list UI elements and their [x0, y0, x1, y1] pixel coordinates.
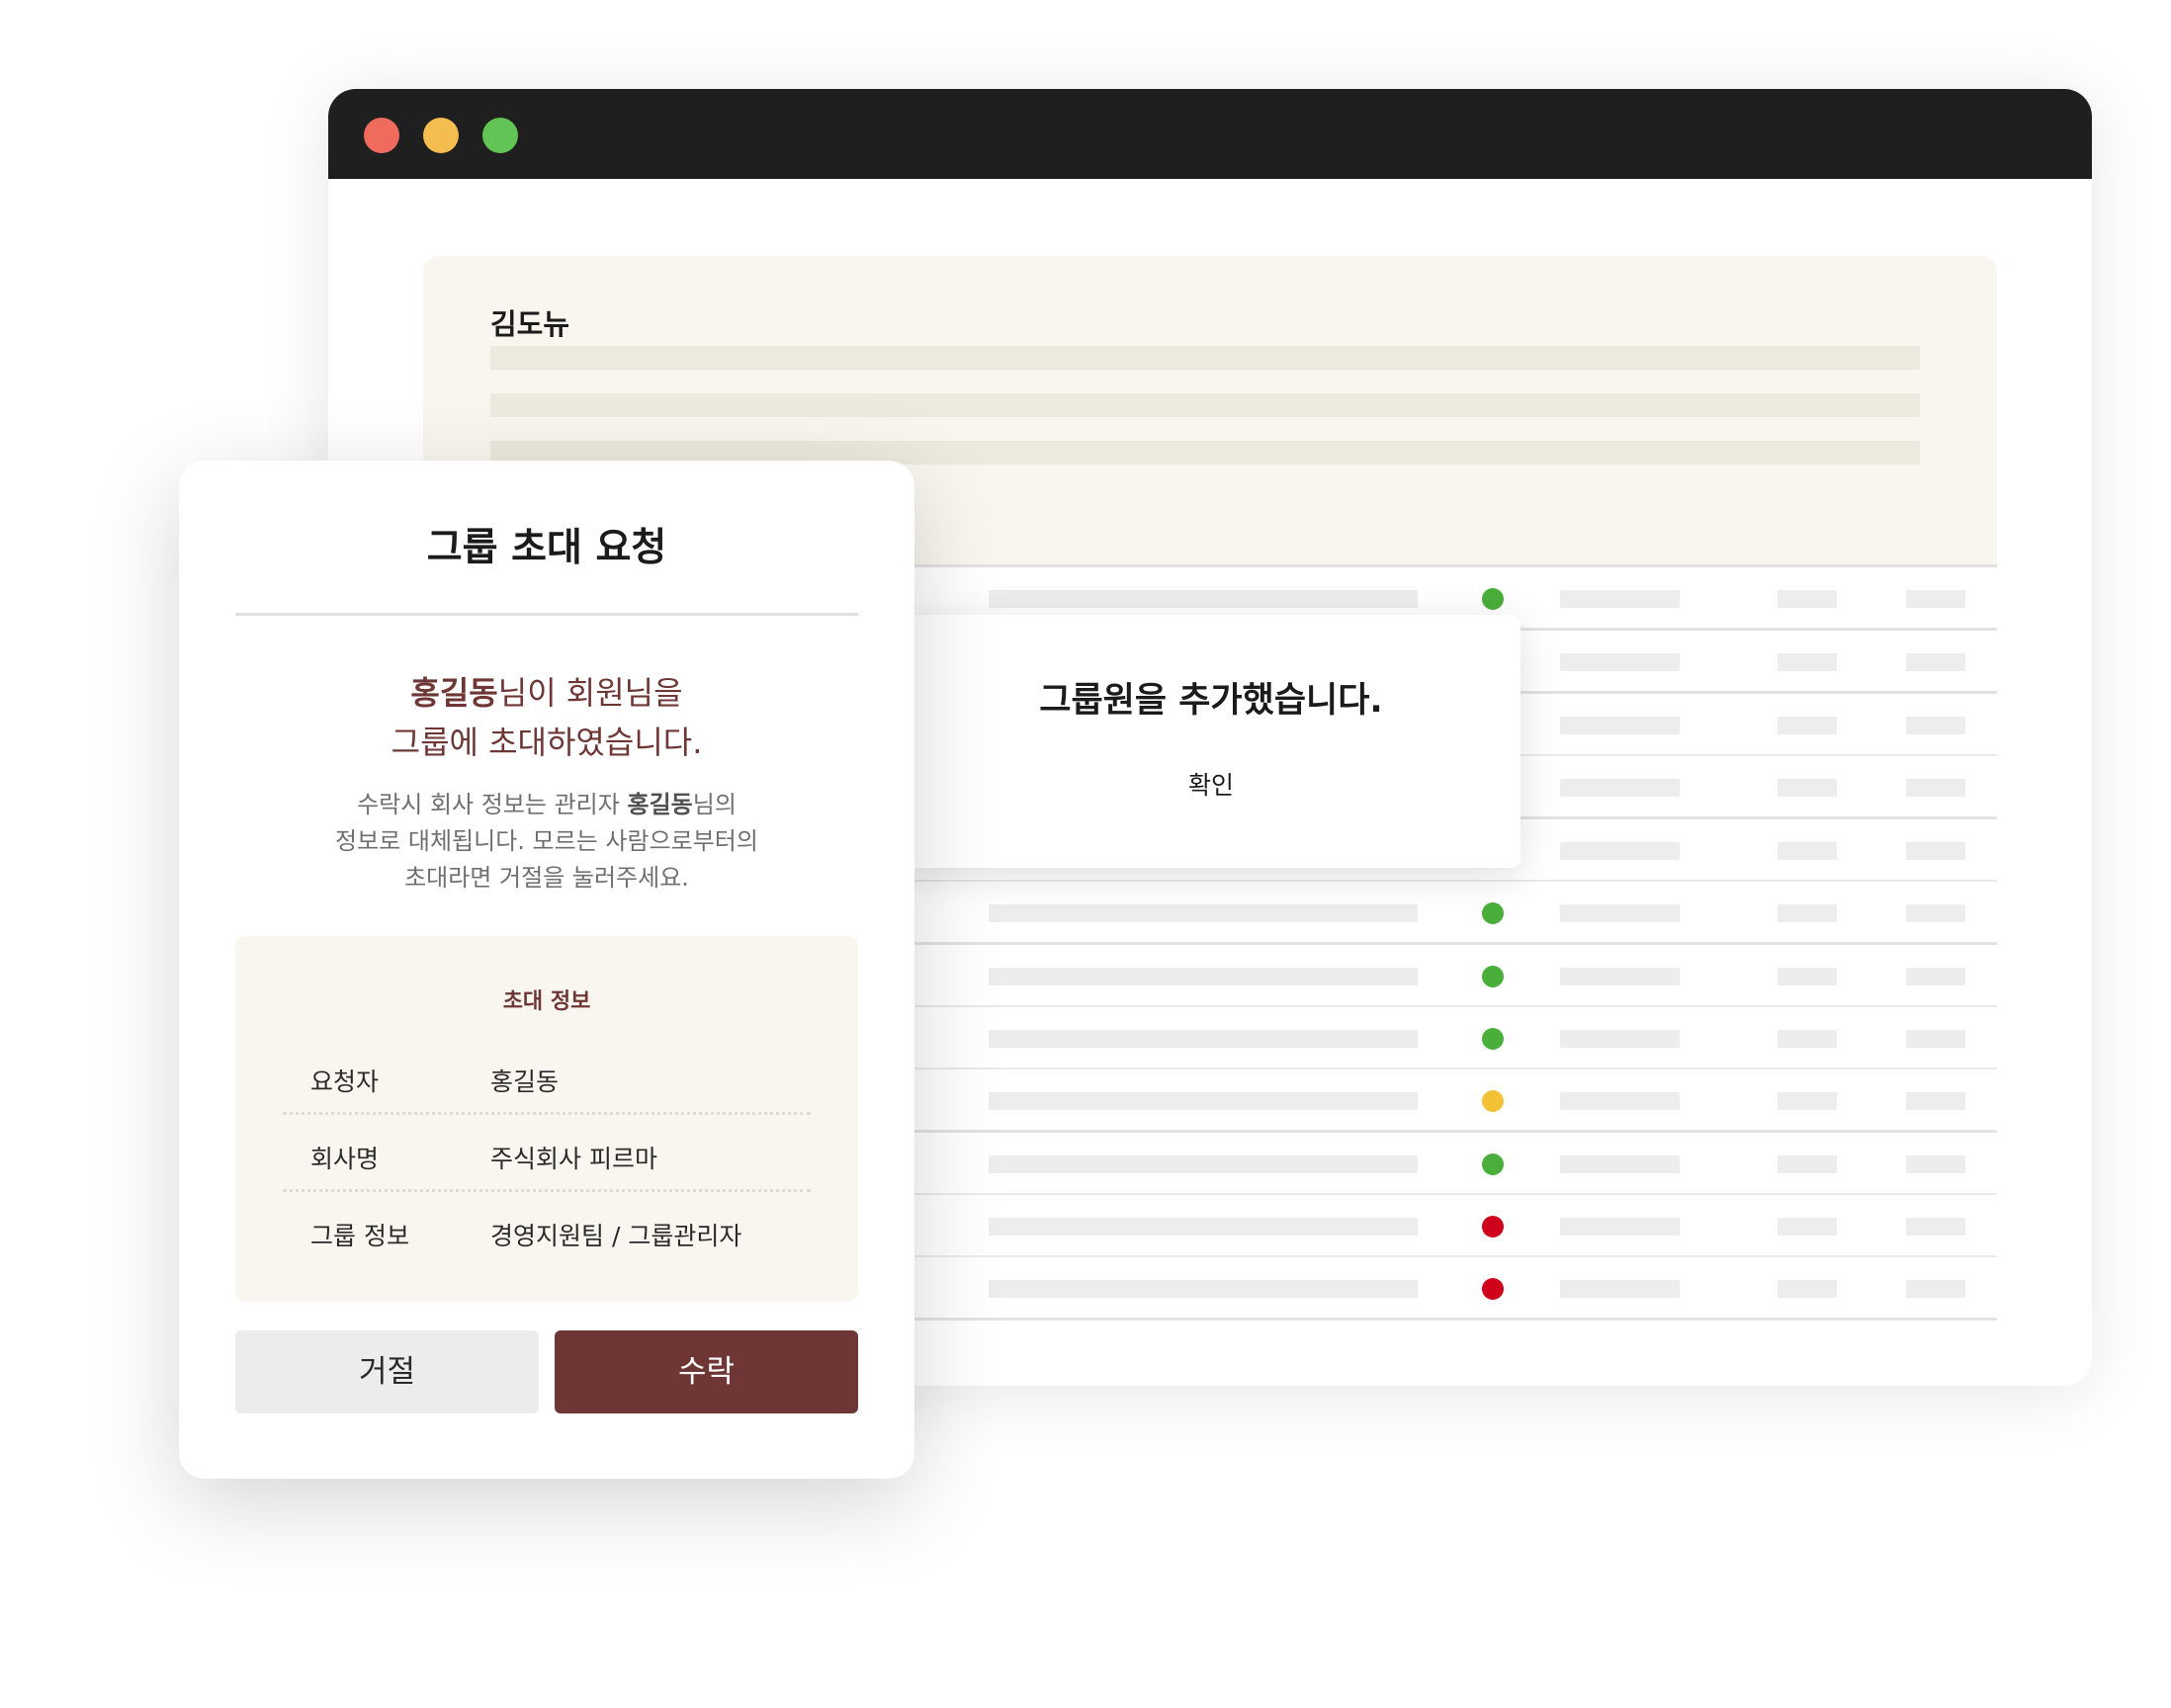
- invite-description: 수락시 회사 정보는 관리자 홍길동님의 정보로 대체됩니다. 모르는 사람으로…: [179, 787, 914, 897]
- invite-info-box: 초대 정보 요청자 홍길동 회사명 주식회사 피르마 그룹 정보 경영지원팀 /…: [235, 936, 858, 1302]
- placeholder-cell: [989, 1030, 1418, 1048]
- placeholder-line: [490, 346, 1920, 370]
- placeholder-cell: [1906, 590, 1965, 608]
- placeholder-line: [490, 393, 1920, 417]
- placeholder-cell: [1560, 1155, 1680, 1173]
- placeholder-cell: [1906, 1280, 1965, 1298]
- info-row-company: 회사명 주식회사 피르마: [283, 1114, 811, 1192]
- placeholder-cell: [989, 1218, 1418, 1236]
- info-row-group: 그룹 정보 경영지원팀 / 그룹관리자: [283, 1191, 811, 1266]
- status-dot: [1482, 1216, 1504, 1238]
- placeholder-cell: [1778, 1218, 1837, 1236]
- profile-name: 김도뉴: [490, 307, 570, 341]
- info-value: 경영지원팀 / 그룹관리자: [490, 1222, 742, 1250]
- placeholder-cell: [1560, 717, 1680, 734]
- placeholder-cell: [1906, 842, 1965, 860]
- placeholder-cell: [1560, 904, 1680, 922]
- invite-headline: 홍길동님이 회원님을 그룹에 초대하였습니다.: [179, 668, 914, 767]
- placeholder-cell: [1560, 1218, 1680, 1236]
- status-dot: [1482, 1153, 1504, 1175]
- placeholder-cell: [989, 1092, 1418, 1110]
- close-window-button[interactable]: [364, 118, 399, 153]
- minimize-window-button[interactable]: [423, 118, 459, 153]
- placeholder-cell: [989, 1155, 1418, 1173]
- placeholder-cell: [1778, 590, 1837, 608]
- description-text: 님의: [692, 791, 737, 818]
- placeholder-cell: [1778, 779, 1837, 797]
- placeholder-cell: [1778, 842, 1837, 860]
- placeholder-cell: [1560, 968, 1680, 985]
- window-titlebar: [328, 89, 2092, 179]
- modal-divider: [235, 613, 858, 616]
- placeholder-cell: [1906, 904, 1965, 922]
- status-dot: [1482, 1028, 1504, 1050]
- info-title: 초대 정보: [502, 989, 591, 1014]
- success-dialog: 그룹원을 추가했습니다. 확인: [902, 615, 1520, 868]
- placeholder-cell: [1906, 1092, 1965, 1110]
- placeholder-cell: [989, 904, 1418, 922]
- placeholder-cell: [1560, 653, 1680, 671]
- placeholder-cell: [1778, 904, 1837, 922]
- placeholder-cell: [1560, 779, 1680, 797]
- headline-text: 그룹에 초대하였습니다.: [391, 724, 703, 761]
- admin-name: 홍길동: [627, 791, 693, 818]
- placeholder-cell: [1778, 968, 1837, 985]
- placeholder-cell: [989, 968, 1418, 985]
- placeholder-cell: [1778, 653, 1837, 671]
- description-text: 초대라면 거절을 눌러주세요.: [404, 864, 689, 892]
- info-value: 홍길동: [490, 1068, 560, 1096]
- placeholder-cell: [1906, 779, 1965, 797]
- headline-text: 님이 회원님을: [497, 674, 683, 712]
- info-label: 그룹 정보: [310, 1222, 409, 1250]
- placeholder-cell: [1778, 1030, 1837, 1048]
- placeholder-cell: [1560, 1280, 1680, 1298]
- info-value: 주식회사 피르마: [490, 1145, 657, 1173]
- placeholder-cell: [1906, 1155, 1965, 1173]
- description-text: 정보로 대체됩니다. 모르는 사람으로부터의: [335, 827, 758, 855]
- inviter-name: 홍길동: [410, 674, 498, 712]
- placeholder-cell: [1560, 1092, 1680, 1110]
- placeholder-cell: [1560, 1030, 1680, 1048]
- placeholder-cell: [1778, 1155, 1837, 1173]
- placeholder-cell: [1906, 1030, 1965, 1048]
- status-dot: [1482, 1278, 1504, 1300]
- description-text: 수락시 회사 정보는 관리자: [357, 791, 628, 818]
- info-label: 회사명: [310, 1145, 380, 1173]
- placeholder-cell: [1906, 717, 1965, 734]
- placeholder-cell: [989, 590, 1418, 608]
- placeholder-cell: [1778, 717, 1837, 734]
- placeholder-cell: [1560, 842, 1680, 860]
- placeholder-cell: [1906, 653, 1965, 671]
- status-dot: [1482, 1090, 1504, 1112]
- confirm-button[interactable]: 확인: [1162, 761, 1260, 811]
- info-row-requester: 요청자 홍길동: [283, 1037, 811, 1115]
- placeholder-cell: [989, 1280, 1418, 1298]
- placeholder-cell: [1560, 590, 1680, 608]
- placeholder-cell: [1778, 1092, 1837, 1110]
- modal-title: 그룹 초대 요청: [426, 526, 667, 570]
- success-message: 그룹원을 추가했습니다.: [1039, 681, 1383, 721]
- status-dot: [1482, 966, 1504, 987]
- placeholder-cell: [1778, 1280, 1837, 1298]
- placeholder-cell: [1906, 1218, 1965, 1236]
- placeholder-cell: [1906, 968, 1965, 985]
- info-label: 요청자: [310, 1068, 380, 1096]
- group-invite-modal: 그룹 초대 요청 홍길동님이 회원님을 그룹에 초대하였습니다. 수락시 회사 …: [179, 461, 914, 1479]
- decline-button[interactable]: 거절: [235, 1330, 539, 1413]
- maximize-window-button[interactable]: [482, 118, 518, 153]
- accept-button[interactable]: 수락: [555, 1330, 858, 1413]
- status-dot: [1482, 902, 1504, 924]
- status-dot: [1482, 588, 1504, 610]
